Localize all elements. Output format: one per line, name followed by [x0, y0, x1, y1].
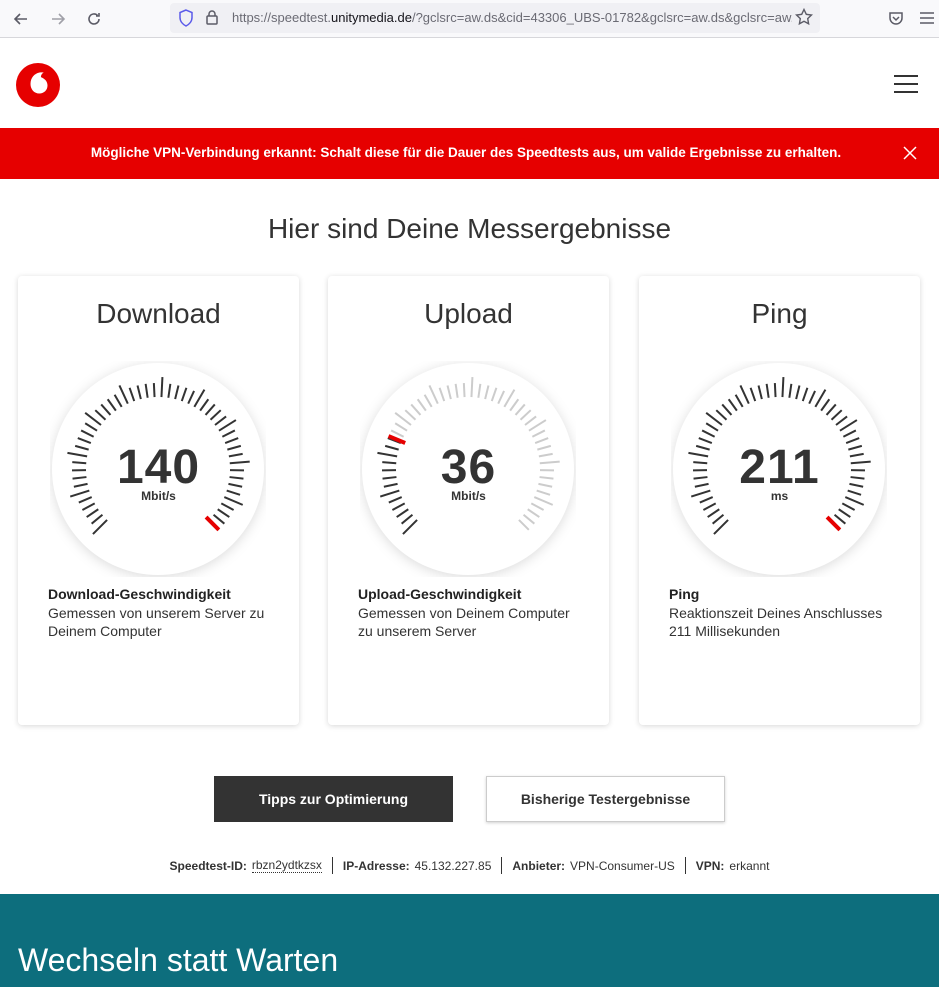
download-unit: Mbit/s — [141, 489, 176, 503]
upload-card: Upload 36 Mbit/s Upload-Geschwindigkeit … — [328, 276, 609, 725]
ip-value: 45.132.227.85 — [414, 858, 492, 873]
tips-button[interactable]: Tipps zur Optimierung — [214, 776, 453, 822]
shield-icon[interactable] — [178, 9, 194, 32]
download-desc: Gemessen von unserem Server zu Deinem Co… — [48, 605, 265, 639]
speedtest-id-item: Speedtest-ID: rbzn2ydtkzsx — [169, 858, 322, 873]
reload-icon[interactable] — [83, 8, 105, 30]
download-value: 140 — [116, 441, 201, 494]
lock-icon[interactable] — [205, 9, 219, 30]
provider-value: VPN-Consumer-US — [570, 858, 675, 873]
teaser-title: Wechseln statt Warten — [18, 942, 339, 978]
gauge-tick — [773, 383, 777, 398]
provider-item: Anbieter: VPN-Consumer-US — [501, 857, 684, 874]
gauge-tick — [470, 377, 474, 398]
url-text: https://speedtest.unitymedia.de/?gclsrc=… — [232, 10, 792, 25]
history-button[interactable]: Bisherige Testergebnisse — [486, 776, 725, 822]
card-title: Download — [96, 298, 221, 329]
gauge-tick — [152, 383, 156, 398]
page-title: Hier sind Deine Messergebnisse — [267, 213, 672, 244]
app-menu-icon[interactable] — [920, 11, 934, 30]
gauge-tick — [781, 377, 785, 398]
gauge-tick — [160, 377, 164, 398]
vpn-item: VPN: erkannt — [684, 857, 780, 874]
ping-desc: Reaktionszeit Deines Anschlusses 211 Mil… — [669, 605, 883, 639]
pocket-icon[interactable] — [888, 10, 904, 31]
upload-desc: Gemessen von Deinem Computer zu unserem … — [358, 605, 570, 639]
bookmark-star-icon[interactable] — [794, 7, 814, 31]
back-icon[interactable] — [10, 8, 32, 30]
ping-value: 211 — [739, 441, 820, 494]
forward-icon[interactable] — [47, 8, 69, 30]
hamburger-menu-icon[interactable] — [894, 69, 918, 99]
upload-desc-title: Upload-Geschwindigkeit — [358, 586, 522, 602]
vpn-warning-banner: Mögliche VPN-Verbindung erkannt: Schalt … — [0, 128, 939, 179]
test-info-line: Speedtest-ID: rbzn2ydtkzsx IP-Adresse: 4… — [0, 857, 939, 874]
vpn-value: erkannt — [729, 858, 770, 873]
close-icon[interactable] — [903, 146, 917, 165]
upload-value: 36 — [440, 441, 497, 494]
ping-unit: ms — [770, 489, 789, 503]
card-title: Upload — [424, 298, 513, 329]
vpn-warning-text: Mögliche VPN-Verbindung erkannt: Schalt … — [90, 145, 842, 160]
site-header — [0, 38, 939, 128]
speedtest-id-value[interactable]: rbzn2ydtkzsx — [251, 858, 322, 873]
ping-card: Ping 211 ms Ping Reaktionszeit Deines An… — [639, 276, 920, 725]
browser-toolbar: https://speedtest.unitymedia.de/?gclsrc=… — [0, 0, 939, 38]
download-card: Download 140 Mbit/s Download-Geschwindig… — [18, 276, 299, 725]
ping-desc-title: Ping — [669, 586, 700, 602]
teaser-section: Wechseln statt Warten — [0, 894, 939, 987]
gauge-tick — [462, 383, 466, 398]
ip-item: IP-Adresse: 45.132.227.85 — [331, 857, 501, 874]
address-bar[interactable]: https://speedtest.unitymedia.de/?gclsrc=… — [170, 3, 820, 33]
upload-unit: Mbit/s — [451, 489, 486, 503]
vodafone-logo[interactable] — [16, 63, 60, 112]
download-desc-title: Download-Geschwindigkeit — [48, 586, 231, 602]
card-title: Ping — [751, 298, 808, 329]
